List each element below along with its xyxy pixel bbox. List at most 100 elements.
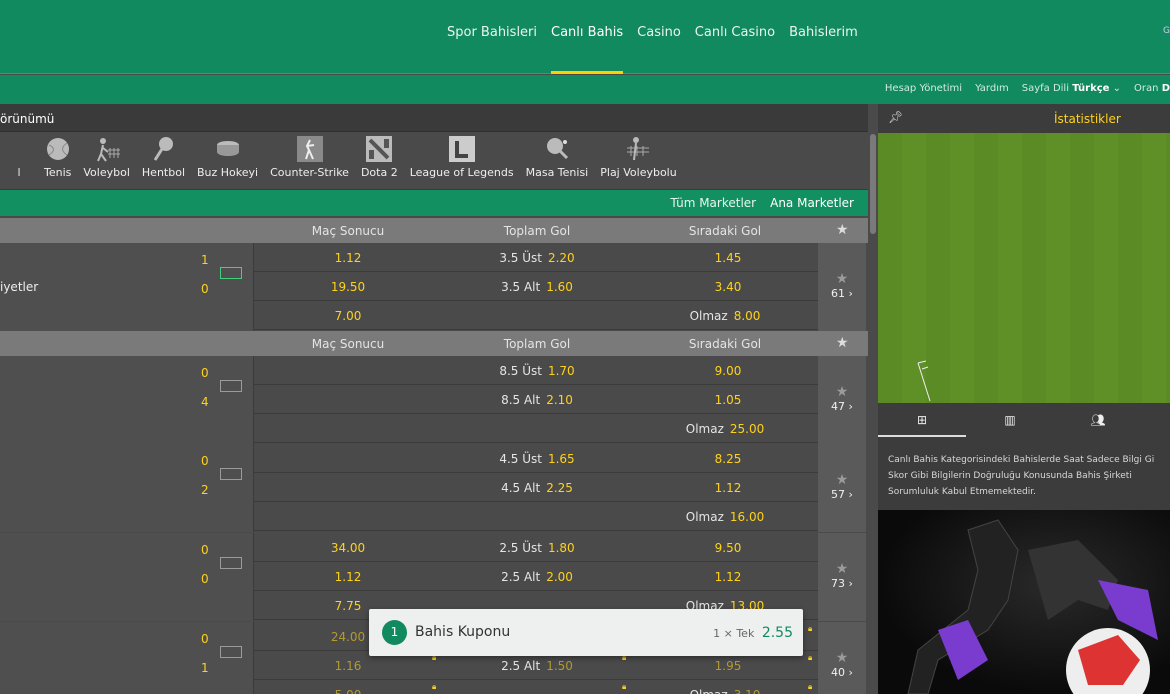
- odd-result[interactable]: 5.00: [254, 688, 442, 694]
- odd-line-label: 2.5 Alt: [501, 659, 541, 673]
- odd-total-goals[interactable]: 3.5 Alt 1.60: [443, 280, 631, 294]
- sport-item-ice-hockey[interactable]: Buz Hokeyi: [191, 136, 264, 179]
- live-pitch-icon[interactable]: [220, 468, 242, 480]
- nav-casino[interactable]: Casino: [630, 24, 688, 74]
- live-pitch-icon[interactable]: [220, 380, 242, 392]
- bet-count-badge: 1: [382, 620, 407, 645]
- team-name: iyetler: [0, 280, 39, 294]
- odd-next-goal[interactable]: 1.12: [631, 481, 819, 495]
- odd-next-goal[interactable]: Olmaz 3.10: [631, 688, 819, 694]
- odd-value: 2.20: [547, 251, 575, 265]
- odd-value: 1.60: [546, 280, 573, 294]
- sport-item-handball[interactable]: Hentbol: [136, 136, 191, 179]
- chevron-right-icon: ›: [845, 577, 853, 590]
- odd-line-label: Olmaz: [685, 510, 724, 524]
- odd-next-goal[interactable]: 3.40: [631, 280, 819, 294]
- odd-total-goals[interactable]: 2.5 Üst 1.80: [443, 541, 631, 555]
- favorite-star-icon[interactable]: ★: [836, 335, 849, 351]
- match-teams[interactable]: 02: [0, 444, 254, 532]
- favorite-star-icon[interactable]: ★: [818, 561, 866, 577]
- sport-item-counter-strike[interactable]: Counter-Strike: [264, 136, 355, 179]
- more-markets-button[interactable]: ★ 47 ›: [818, 356, 866, 444]
- sport-item-tennis[interactable]: Tenis: [38, 136, 77, 179]
- more-markets-button[interactable]: ★ 61 ›: [818, 243, 866, 331]
- account-nav: Hesap Yönetimi Yardım Sayfa Dili Türkçe …: [885, 83, 1170, 94]
- account-management-link[interactable]: Hesap Yönetimi: [885, 83, 962, 94]
- sport-item-beach-volleyball[interactable]: Plaj Voleybolu: [594, 136, 682, 179]
- tab-bar-chart[interactable]: ▥: [966, 405, 1054, 437]
- odd-total-goals[interactable]: 8.5 Üst 1.70: [443, 364, 631, 378]
- match-teams[interactable]: 04: [0, 356, 254, 444]
- sport-label: Hentbol: [141, 166, 185, 179]
- odd-result[interactable]: 1.12: [254, 570, 442, 584]
- language-selector[interactable]: Sayfa Dili Türkçe ⌄: [1022, 83, 1121, 94]
- promo-banner[interactable]: [878, 510, 1170, 694]
- odd-value: 25.00: [729, 422, 765, 436]
- more-markets-button[interactable]: ★ 73 ›: [818, 533, 866, 621]
- odd-result[interactable]: 34.00: [254, 541, 442, 555]
- odd-value: 1.70: [547, 364, 575, 378]
- sport-item-volleyball[interactable]: Voleybol: [77, 136, 136, 179]
- odd-total-goals[interactable]: 8.5 Alt 2.10: [443, 393, 631, 407]
- scrollbar[interactable]: [870, 134, 876, 234]
- tab-pitch[interactable]: ⊞: [878, 405, 966, 437]
- odd-result[interactable]: 1.12: [254, 251, 442, 265]
- odd-total-goals[interactable]: 2.5 Alt 1.50: [443, 659, 631, 673]
- favorite-star-icon[interactable]: ★: [818, 472, 866, 488]
- odd-next-goal[interactable]: 9.00: [631, 364, 819, 378]
- favorite-star-icon[interactable]: ★: [818, 271, 866, 287]
- bet-slip-bar[interactable]: 1 Bahis Kuponu 1 × Tek 2.55: [369, 609, 803, 656]
- odd-next-goal[interactable]: 1.95: [631, 659, 819, 673]
- chevron-right-icon: ›: [845, 666, 853, 679]
- odd-total-goals[interactable]: 2.5 Alt 2.00: [443, 570, 631, 584]
- score-away: 1: [201, 661, 209, 675]
- pin-icon[interactable]: 📌︎: [888, 110, 903, 124]
- odd-next-goal[interactable]: Olmaz 25.00: [631, 422, 819, 436]
- match-teams[interactable]: 01: [0, 622, 254, 694]
- favorite-star-icon[interactable]: ★: [836, 222, 849, 238]
- odd-next-goal[interactable]: 9.50: [631, 541, 819, 555]
- odd-next-goal[interactable]: Olmaz 8.00: [631, 309, 819, 323]
- odd-next-goal[interactable]: 1.05: [631, 393, 819, 407]
- live-pitch-icon[interactable]: [220, 646, 242, 658]
- tab-main-markets[interactable]: Ana Marketler: [770, 196, 854, 216]
- odd-total-goals[interactable]: 4.5 Üst 1.65: [443, 452, 631, 466]
- generic-sport-icon: [6, 136, 32, 162]
- corner-flag-icon: [917, 360, 931, 402]
- sport-item-dota2[interactable]: Dota 2: [355, 136, 404, 179]
- sport-item-generic[interactable]: l: [0, 136, 38, 179]
- tab-lineups[interactable]: 👥︎: [1054, 405, 1142, 437]
- odd-total-goals[interactable]: 3.5 Üst 2.20: [443, 251, 631, 265]
- stats-title: İstatistikler: [1054, 112, 1121, 126]
- match-teams[interactable]: 00: [0, 533, 254, 621]
- odd-next-goal[interactable]: 1.12: [631, 570, 819, 584]
- nav-live-betting[interactable]: Canlı Bahis: [544, 24, 630, 74]
- odd-value: 1.65: [547, 452, 575, 466]
- odd-result[interactable]: 7.00: [254, 309, 442, 323]
- match-teams[interactable]: iyetler 1 0: [0, 243, 254, 331]
- header-corner-text[interactable]: G: [1163, 26, 1170, 36]
- sport-item-table-tennis[interactable]: Masa Tenisi: [520, 136, 595, 179]
- odd-next-goal[interactable]: 1.45: [631, 251, 819, 265]
- more-markets-button[interactable]: ★ 40 ›: [818, 622, 866, 694]
- more-markets-count: 57 ›: [818, 488, 866, 501]
- odd-next-goal[interactable]: 8.25: [631, 452, 819, 466]
- nav-live-casino[interactable]: Canlı Casino: [688, 24, 782, 74]
- more-markets-button[interactable]: ★ 57 ›: [818, 444, 866, 532]
- odd-result[interactable]: 1.16: [254, 659, 442, 673]
- favorite-star-icon[interactable]: ★: [818, 650, 866, 666]
- odd-total-goals[interactable]: 4.5 Alt 2.25: [443, 481, 631, 495]
- nav-my-bets[interactable]: Bahislerim: [782, 24, 865, 74]
- odd-result[interactable]: 19.50: [254, 280, 442, 294]
- live-pitch-icon[interactable]: [220, 557, 242, 569]
- live-pitch-icon[interactable]: [220, 267, 242, 279]
- column-header-next: Sıradaki Gol: [688, 224, 762, 238]
- odd-next-goal[interactable]: Olmaz 16.00: [631, 510, 819, 524]
- help-link[interactable]: Yardım: [975, 83, 1009, 94]
- view-label[interactable]: örünümü: [0, 112, 54, 126]
- favorite-star-icon[interactable]: ★: [818, 384, 866, 400]
- tab-all-markets[interactable]: Tüm Marketler: [670, 196, 756, 216]
- nav-sports-betting[interactable]: Spor Bahisleri: [440, 24, 544, 74]
- odds-format-selector[interactable]: Oran D: [1134, 83, 1170, 94]
- sport-item-lol[interactable]: League of Legends: [404, 136, 520, 179]
